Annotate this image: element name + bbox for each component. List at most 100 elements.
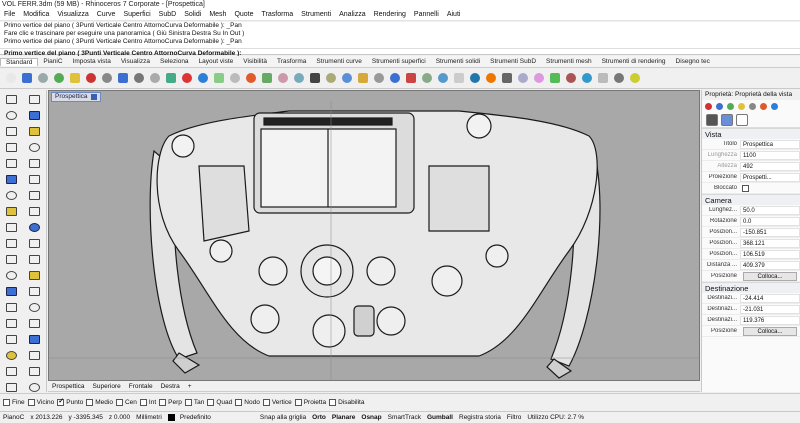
toolbar-tool-icon[interactable] (19, 71, 34, 86)
toolbar-tool-icon[interactable] (243, 71, 258, 86)
osnap-nodo[interactable]: Nodo (235, 399, 260, 406)
proiezione-select[interactable]: Prospetti... (740, 172, 800, 182)
rotation-field[interactable]: 0.0 (740, 216, 800, 226)
settings-icon[interactable] (721, 113, 733, 126)
menu-quote[interactable]: Quote (230, 11, 257, 18)
tab-visibilita[interactable]: Visibilità (238, 58, 272, 65)
toolbar-tool-icon[interactable] (611, 71, 626, 86)
osnap-vicino[interactable]: Vicino (27, 399, 54, 406)
menu-curve[interactable]: Curve (93, 11, 120, 18)
target-y-field[interactable]: -21.031 (740, 304, 800, 314)
toolbar-tool-icon[interactable] (291, 71, 306, 86)
toolbar-tool-icon[interactable] (387, 71, 402, 86)
toolbar-tool-icon[interactable] (195, 71, 210, 86)
toolbar-tool-icon[interactable] (499, 71, 514, 86)
color-wheel-icon[interactable] (705, 102, 712, 110)
toolbar-tool-icon[interactable] (563, 71, 578, 86)
toolbar-tool-icon[interactable] (515, 71, 530, 86)
left-tool-icon[interactable] (1, 380, 22, 394)
left-tool-icon[interactable] (24, 268, 45, 282)
toolbar-tool-icon[interactable] (579, 71, 594, 86)
left-tool-icon[interactable] (24, 92, 45, 106)
osnap-checkbox[interactable] (159, 399, 167, 406)
toolbar-tool-icon[interactable] (419, 71, 434, 86)
left-tool-icon[interactable] (24, 204, 45, 218)
status-filtro[interactable]: Filtro (504, 414, 524, 421)
status-registra[interactable]: Registra storia (456, 414, 504, 421)
viewport-title-tab[interactable]: Prospettica (51, 92, 101, 102)
toolbar-tool-icon[interactable] (99, 71, 114, 86)
menu-analizza[interactable]: Analizza (335, 11, 369, 18)
target-z-field[interactable]: 119.376 (740, 315, 800, 325)
left-tool-icon[interactable] (1, 348, 22, 362)
left-tool-icon[interactable] (1, 252, 22, 266)
titolo-field[interactable]: Prospettica (740, 139, 800, 149)
left-tool-icon[interactable] (1, 236, 22, 250)
osnap-disabilita[interactable]: Disabilita (329, 399, 364, 406)
left-tool-icon[interactable] (1, 204, 22, 218)
left-tool-icon[interactable] (1, 268, 22, 282)
distance-field[interactable]: 409.379 (740, 260, 800, 270)
viewport-tab-frontale[interactable]: Frontale (125, 383, 157, 390)
status-layer[interactable]: Predefinito (165, 413, 217, 421)
menu-subd[interactable]: SubD (155, 11, 181, 18)
toolbar-tool-icon[interactable] (51, 71, 66, 86)
left-tool-icon[interactable] (1, 300, 22, 314)
osnap-punto[interactable]: Punto (57, 397, 83, 406)
viewport-tab-superiore[interactable]: Superiore (89, 383, 125, 390)
osnap-checkbox[interactable] (294, 399, 302, 406)
osnap-checkbox[interactable] (262, 399, 270, 406)
osnap-checkbox[interactable] (329, 399, 337, 406)
target-x-field[interactable]: -24.414 (740, 293, 800, 303)
add-viewport-tab-icon[interactable]: + (184, 383, 196, 390)
camera-place-button[interactable]: Colloca... (743, 271, 797, 281)
render-icon[interactable] (749, 102, 756, 110)
left-tool-icon[interactable] (1, 124, 22, 138)
osnap-medio[interactable]: Medio (86, 399, 113, 406)
left-tool-icon[interactable] (24, 140, 45, 154)
left-tool-icon[interactable] (1, 220, 22, 234)
tab-strumenti-subd[interactable]: Strumenti SubD (485, 58, 541, 65)
left-tool-icon[interactable] (24, 220, 45, 234)
viewport-tab-destra[interactable]: Destra (157, 383, 184, 390)
tab-seleziona[interactable]: Seleziona (155, 58, 194, 65)
left-tool-icon[interactable] (1, 316, 22, 330)
section-vista[interactable]: Vista (702, 128, 800, 139)
osnap-cen[interactable]: Cen (115, 399, 137, 406)
toolbar-tool-icon[interactable] (323, 71, 338, 86)
menu-modifica[interactable]: Modifica (19, 11, 53, 18)
toolbar-tool-icon[interactable] (403, 71, 418, 86)
menu-solidi[interactable]: Solidi (180, 11, 205, 18)
light-icon[interactable] (738, 102, 745, 110)
tab-visualizza[interactable]: Visualizza (116, 58, 155, 65)
sun-icon[interactable] (760, 102, 767, 110)
target-place-button[interactable]: Colloca... (743, 326, 797, 336)
toolbar-tool-icon[interactable] (483, 71, 498, 86)
camera-z-field[interactable]: 106.519 (740, 249, 800, 259)
left-tool-icon[interactable] (24, 380, 45, 394)
menu-strumenti[interactable]: Strumenti (297, 11, 335, 18)
tab-strumenti-curve[interactable]: Strumenti curve (311, 58, 367, 65)
osnap-proietta[interactable]: Proietta (294, 399, 326, 406)
left-tool-icon[interactable] (24, 316, 45, 330)
layers-icon[interactable] (716, 102, 723, 110)
osnap-checkbox[interactable] (115, 399, 123, 406)
left-tool-icon[interactable] (24, 348, 45, 362)
osnap-quad[interactable]: Quad (207, 399, 232, 406)
osnap-checkbox[interactable] (27, 399, 35, 406)
toolbar-tool-icon[interactable] (307, 71, 322, 86)
toolbar-tool-icon[interactable] (35, 71, 50, 86)
osnap-checkbox[interactable] (139, 399, 147, 406)
viewport-perspective[interactable]: Prospettica (48, 90, 700, 381)
left-tool-icon[interactable] (24, 108, 45, 122)
status-planare[interactable]: Planare (329, 414, 359, 421)
section-destinazione[interactable]: Destinazione (702, 282, 800, 293)
toolbar-tool-icon[interactable] (115, 71, 130, 86)
menu-trasforma[interactable]: Trasforma (258, 11, 298, 18)
osnap-checkbox[interactable] (235, 399, 243, 406)
tab-standard[interactable]: Standard (0, 57, 39, 66)
menu-rendering[interactable]: Rendering (370, 11, 410, 18)
camera-x-field[interactable]: -150.851 (740, 227, 800, 237)
viewport-tab-prospettica[interactable]: Prospettica (48, 383, 89, 390)
menu-pannelli[interactable]: Pannelli (410, 11, 443, 18)
